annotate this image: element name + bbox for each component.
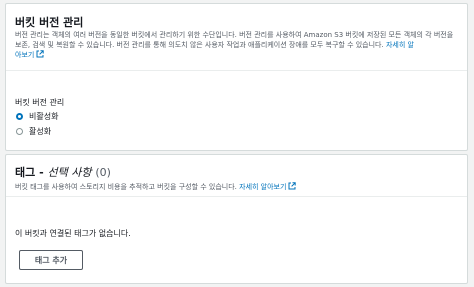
external-link-icon	[288, 182, 297, 193]
bucket-versioning-title: 버킷 버전 관리	[15, 16, 84, 29]
radio-button-checked[interactable]	[16, 113, 23, 120]
radio-button-unchecked[interactable]	[16, 128, 23, 135]
tags-learn-more-link[interactable]: 자세히 알아보기	[239, 182, 297, 193]
add-tag-button[interactable]: 태그 추가	[19, 250, 83, 270]
radio-option-enable[interactable]: 활성화	[16, 126, 51, 137]
tags-title-optional: 선택 사항	[47, 166, 92, 179]
tags-header: 태그 - 선택 사항 (0) 버킷 태그를 사용하여 스토리지 비용을 추적하고…	[6, 155, 467, 197]
tags-description: 버킷 태그를 사용하여 스토리지 비용을 추적하고 버킷을 구성할 수 있습니다…	[15, 182, 459, 193]
versioning-learn-more-link[interactable]: 자세히 알	[386, 41, 414, 49]
tags-title-main: 태그	[15, 166, 36, 179]
tags-empty-message: 이 버킷과 연결된 태그가 없습니다.	[15, 229, 131, 238]
tags-count: (0)	[95, 166, 111, 179]
learn-more-text-1: 자세히 알	[385, 41, 414, 49]
tags-learn-more-text: 자세히 알아보기	[239, 183, 287, 191]
versioning-desc-line1: 버전 관리는 객체의 여러 버전을 동일한 버킷에서 관리하기 위한 수단입니다…	[15, 31, 432, 39]
versioning-learn-more-link-continued[interactable]: 아보기	[15, 50, 45, 61]
radio-label-enable: 활성화	[29, 127, 52, 136]
bucket-versioning-panel: 버킷 버전 관리 버전 관리는 객체의 여러 버전을 동일한 버킷에서 관리하기…	[5, 3, 468, 151]
versioning-field-label: 버킷 버전 관리	[15, 98, 65, 107]
radio-option-disable[interactable]: 비활성화	[16, 111, 58, 122]
tags-title-separator: -	[35, 166, 48, 179]
radio-label-disable: 비활성화	[29, 112, 59, 121]
bucket-versioning-description: 버전 관리는 객체의 여러 버전을 동일한 버킷에서 관리하기 위한 수단입니다…	[15, 30, 459, 61]
external-link-icon	[36, 50, 45, 61]
learn-more-text-2: 아보기	[15, 51, 35, 59]
bucket-versioning-header: 버킷 버전 관리 버전 관리는 객체의 여러 버전을 동일한 버킷에서 관리하기…	[6, 4, 467, 71]
tags-title: 태그 - 선택 사항 (0)	[15, 164, 111, 180]
tags-desc-text: 버킷 태그를 사용하여 스토리지 비용을 추적하고 버킷을 구성할 수 있습니다…	[15, 183, 237, 191]
tags-panel: 태그 - 선택 사항 (0) 버킷 태그를 사용하여 스토리지 비용을 추적하고…	[5, 154, 468, 284]
